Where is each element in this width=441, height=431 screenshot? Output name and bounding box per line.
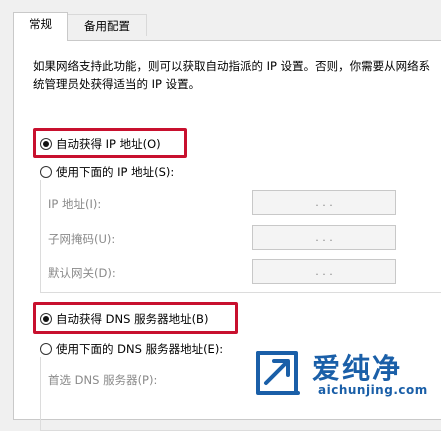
ip-address-input[interactable]: . . . [252, 190, 396, 215]
ip-manual-label: 使用下面的 IP 地址(S): [56, 165, 175, 179]
default-gateway-label: 默认网关(D): [48, 266, 116, 280]
watermark-logo: 爱纯净 aichunjing.com [252, 345, 441, 402]
tab-alternate-config-label: 备用配置 [84, 19, 130, 33]
tab-general[interactable]: 常规 [13, 12, 68, 41]
dns-auto-label: 自动获得 DNS 服务器地址(B) [56, 312, 209, 326]
preferred-dns-label: 首选 DNS 服务器(P): [48, 373, 158, 387]
dns-manual-radio[interactable]: 使用下面的 DNS 服务器地址(E): [40, 341, 227, 357]
ip-auto-radio[interactable]: 自动获得 IP 地址(O) [40, 136, 161, 152]
radio-selected-icon [40, 138, 52, 150]
watermark-name: 爱纯净 [312, 352, 403, 385]
default-gateway-value: . . . [315, 265, 333, 278]
dns-auto-radio[interactable]: 自动获得 DNS 服务器地址(B) [40, 311, 208, 327]
ip-auto-label: 自动获得 IP 地址(O) [56, 137, 161, 151]
tab-alternate-config[interactable]: 备用配置 [67, 14, 147, 36]
default-gateway-input[interactable]: . . . [252, 259, 396, 284]
subnet-mask-label: 子网掩码(U): [48, 232, 116, 246]
dns-manual-label: 使用下面的 DNS 服务器地址(E): [56, 342, 224, 356]
description-text: 如果网络支持此功能，则可以获取自动指派的 IP 设置。否则，你需要从网络系统管理… [33, 59, 431, 91]
watermark-url: aichunjing.com [318, 383, 428, 397]
radio-unselected-icon [40, 166, 52, 178]
subnet-mask-input[interactable]: . . . [252, 225, 396, 250]
tab-general-label: 常规 [29, 17, 52, 31]
radio-selected-icon [40, 313, 52, 325]
ip-address-label: IP 地址(I): [48, 197, 102, 211]
subnet-mask-value: . . . [315, 231, 333, 244]
radio-unselected-icon [40, 343, 52, 355]
tab-strip: 常规 备用配置 [0, 0, 441, 41]
ip-manual-radio[interactable]: 使用下面的 IP 地址(S): [40, 164, 178, 180]
ip-address-value: . . . [315, 196, 333, 209]
